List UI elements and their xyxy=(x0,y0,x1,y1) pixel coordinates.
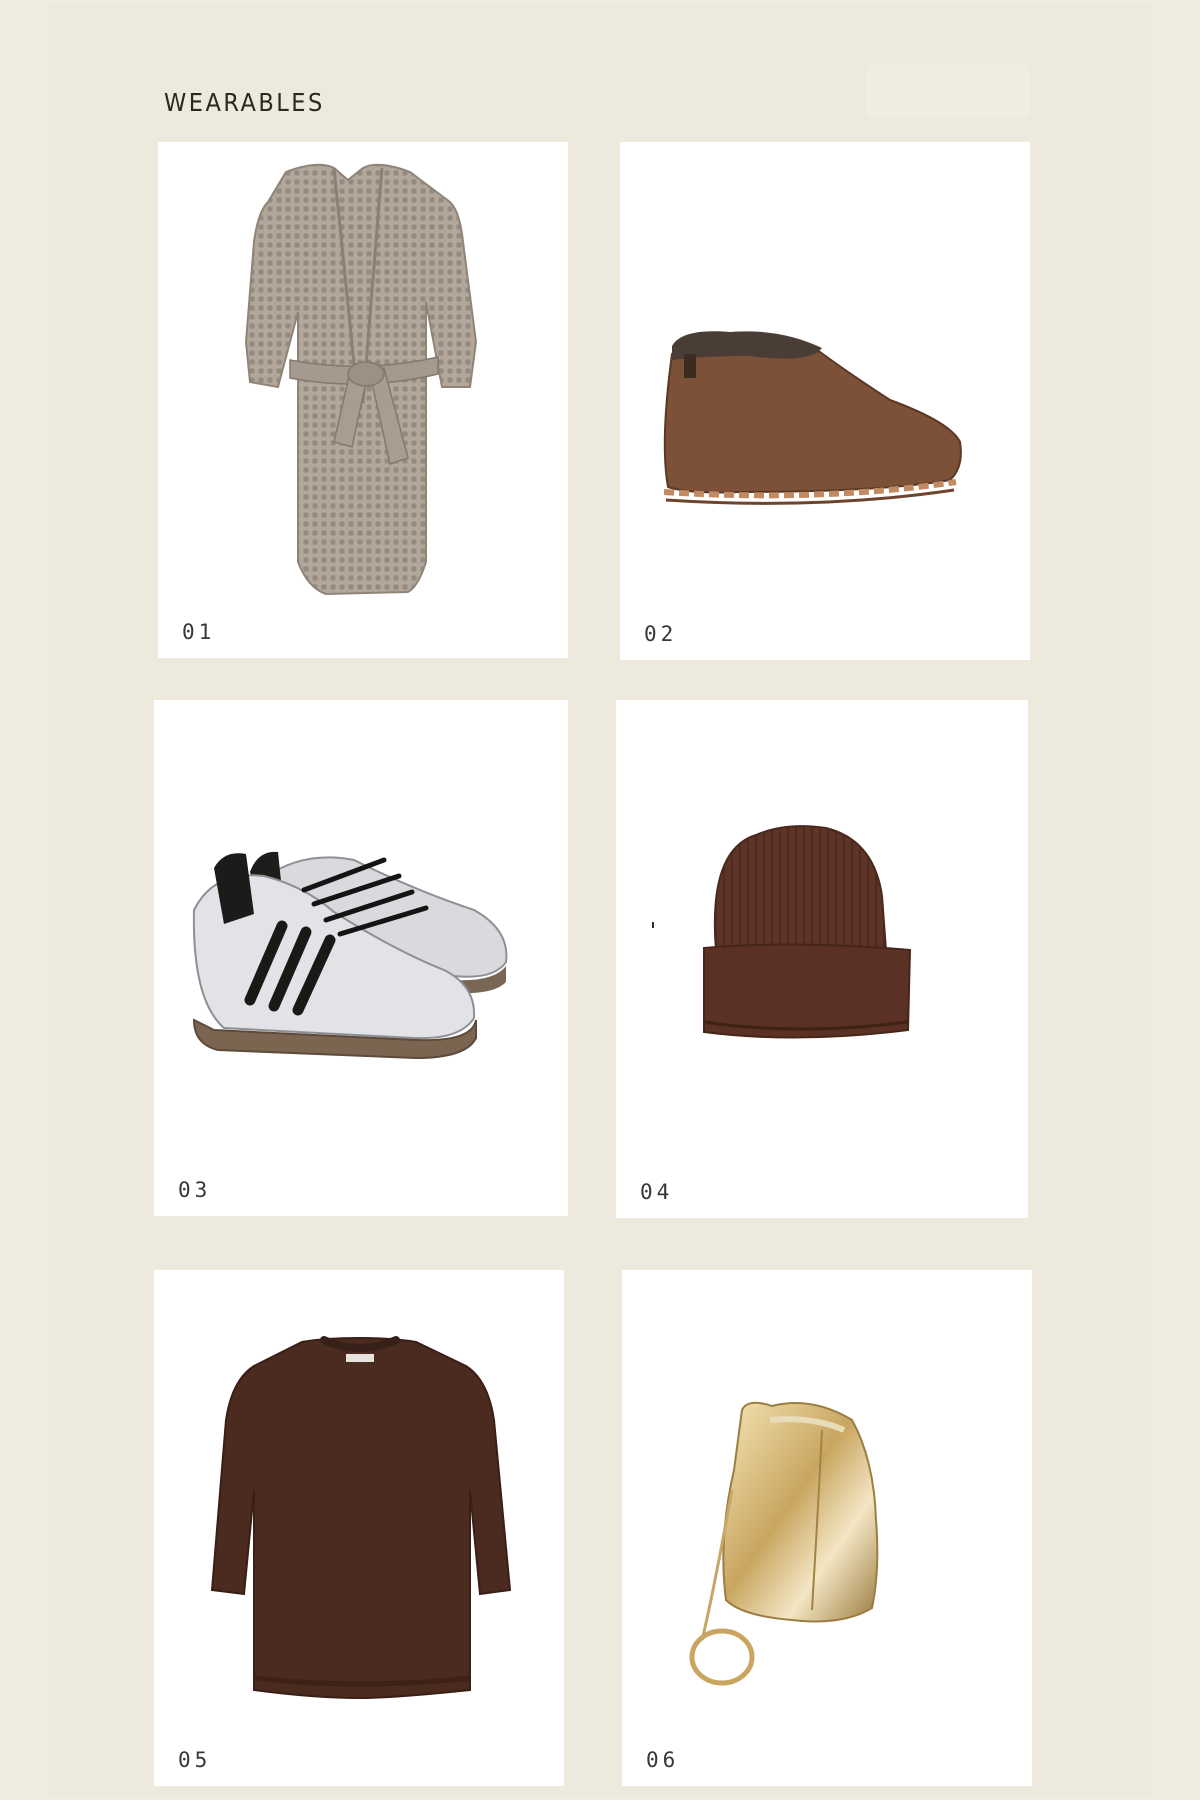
robe-image xyxy=(244,163,478,596)
slipper-image xyxy=(663,331,962,505)
sneakers-image xyxy=(192,851,508,1060)
product-card-05[interactable]: 05 xyxy=(154,1270,564,1786)
product-number: 02 xyxy=(644,622,678,646)
product-number: 03 xyxy=(178,1178,212,1202)
product-card-03[interactable]: 03 xyxy=(154,700,568,1216)
header-decoration xyxy=(866,64,1030,118)
product-number: 04 xyxy=(640,1180,674,1204)
page: WEARABLES 01 02 03 04 05 06 xyxy=(0,0,1200,1800)
section-title: WEARABLES xyxy=(164,88,325,117)
product-card-01[interactable]: 01 xyxy=(158,142,568,658)
product-card-02[interactable]: 02 xyxy=(620,142,1030,660)
product-card-04[interactable]: 04 xyxy=(616,700,1028,1218)
product-card-06[interactable]: 06 xyxy=(622,1270,1032,1786)
product-number: 01 xyxy=(182,620,216,644)
product-number: 06 xyxy=(646,1748,680,1772)
beanie-image xyxy=(652,825,912,1039)
sweater-image xyxy=(210,1336,512,1700)
product-number: 05 xyxy=(178,1748,212,1772)
bucket-bag-image xyxy=(689,1401,879,1686)
